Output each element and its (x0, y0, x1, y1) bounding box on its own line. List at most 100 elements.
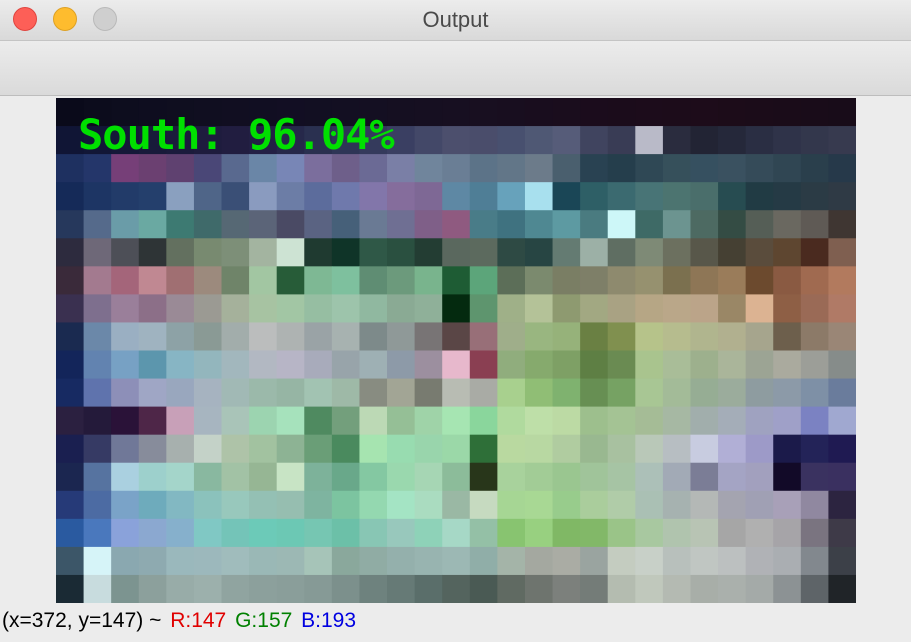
image-pixel (662, 434, 692, 464)
image-pixel (359, 322, 388, 352)
image-pixel (718, 462, 747, 492)
image-pixel (662, 294, 692, 324)
image-pixel (607, 546, 636, 576)
image-pixel (442, 322, 471, 352)
image-pixel (442, 574, 471, 603)
image-pixel (718, 434, 747, 464)
image-pixel (83, 546, 112, 576)
image-pixel (221, 350, 250, 380)
image-pixel (111, 462, 140, 492)
image-pixel (221, 294, 250, 324)
image-pixel (828, 210, 856, 239)
image-pixel (635, 546, 664, 576)
image-pixel (221, 406, 250, 436)
image-pixel (359, 378, 388, 408)
image-pixel (773, 350, 802, 380)
image-pixel (414, 546, 443, 576)
image-pixel (607, 294, 636, 324)
image-pixel (580, 378, 609, 408)
image-pixel (718, 490, 747, 520)
image-pixel (497, 238, 526, 267)
image-pixel (745, 378, 774, 408)
image-pixel (552, 98, 581, 127)
image-pixel (469, 210, 498, 239)
image-pixel (111, 518, 140, 548)
image-pixel (800, 518, 830, 548)
image-pixel (828, 574, 856, 603)
image-pixel (276, 322, 305, 352)
image-pixel (607, 126, 636, 155)
image-pixel (690, 490, 719, 520)
image-pixel (414, 406, 443, 436)
image-pixel (304, 294, 333, 324)
image-pixel (635, 210, 664, 239)
image-pixel (331, 490, 361, 520)
image-pixel (745, 462, 774, 492)
image-pixel (552, 182, 581, 211)
image-pixel (773, 238, 802, 267)
image-pixel (442, 490, 471, 520)
image-pixel (138, 462, 167, 492)
image-pixel (745, 98, 774, 127)
image-pixel (690, 126, 719, 155)
image-pixel (580, 574, 609, 603)
image-pixel (83, 462, 112, 492)
image-pixel (690, 518, 719, 548)
image-pixel (111, 490, 140, 520)
image-pixel (249, 546, 278, 576)
image-pixel (414, 266, 443, 295)
image-pixel (414, 210, 443, 239)
image-pixel (662, 406, 692, 436)
image-pixel (773, 294, 802, 324)
image-pixel (442, 462, 471, 492)
image-pixel (580, 182, 609, 211)
image-pixel (387, 434, 416, 464)
image-view[interactable]: South: 96.04% (56, 98, 856, 603)
image-pixel (193, 182, 223, 211)
image-pixel (469, 490, 498, 520)
image-pixel (580, 266, 609, 295)
image-pixel (552, 322, 581, 352)
image-pixel (607, 210, 636, 239)
image-pixel (221, 490, 250, 520)
image-pixel (662, 154, 692, 183)
image-pixel (331, 574, 361, 603)
image-pixel (193, 546, 223, 576)
image-pixel (800, 378, 830, 408)
image-pixel (828, 462, 856, 492)
image-pixel (249, 294, 278, 324)
image-pixel (442, 406, 471, 436)
image-pixel (773, 98, 802, 127)
image-pixel (414, 350, 443, 380)
image-pixel (276, 462, 305, 492)
image-pixel (800, 98, 830, 127)
image-pixel (138, 266, 167, 295)
image-pixel (745, 518, 774, 548)
image-pixel (304, 378, 333, 408)
image-pixel (828, 378, 856, 408)
image-pixel (193, 518, 223, 548)
image-pixel (83, 518, 112, 548)
image-pixel (166, 406, 195, 436)
image-pixel (800, 574, 830, 603)
image-pixel (828, 322, 856, 352)
image-pixel (635, 98, 664, 127)
image-pixel (690, 406, 719, 436)
image-pixel (304, 434, 333, 464)
image-pixel (800, 182, 830, 211)
image-pixel (497, 490, 526, 520)
image-pixel (387, 210, 416, 239)
image-pixel (111, 350, 140, 380)
image-pixel (718, 266, 747, 295)
image-pixel (414, 462, 443, 492)
image-pixel (414, 434, 443, 464)
image-pixel (662, 546, 692, 576)
image-pixel (359, 546, 388, 576)
image-pixel (607, 462, 636, 492)
image-pixel (635, 238, 664, 267)
image-pixel (359, 518, 388, 548)
image-pixel (690, 98, 719, 127)
image-pixel (249, 238, 278, 267)
image-pixel (166, 322, 195, 352)
image-pixel (828, 266, 856, 295)
